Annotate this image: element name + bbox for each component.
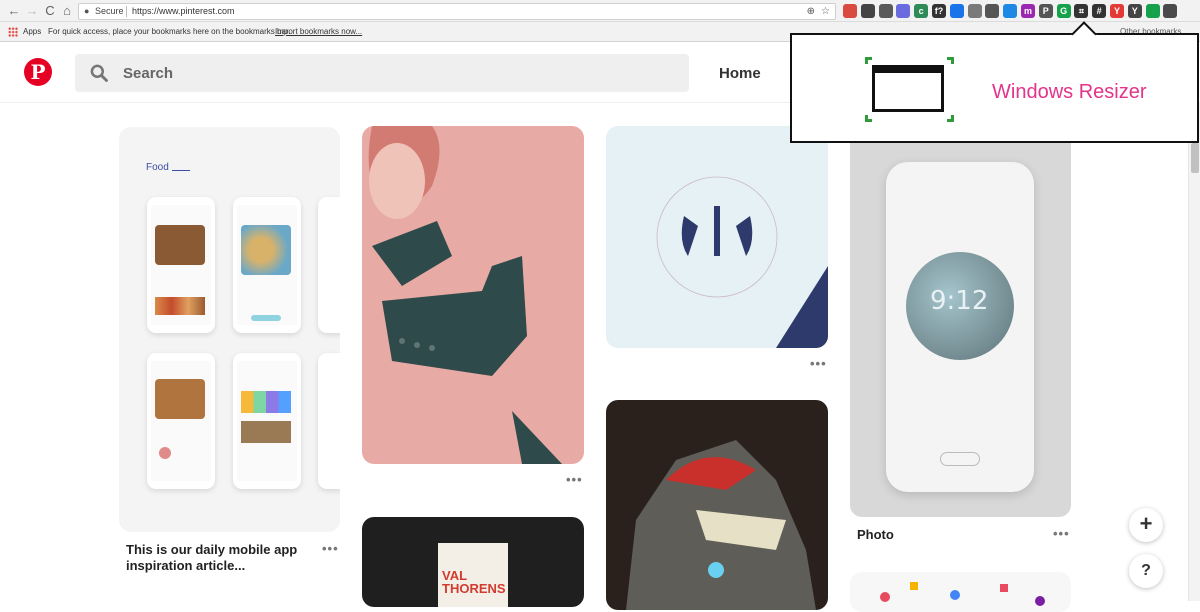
food-image <box>155 379 205 419</box>
page-scrollbar[interactable] <box>1188 103 1200 601</box>
ext-r-icon[interactable] <box>1145 4 1160 18</box>
phone-screen <box>151 361 211 481</box>
pin-phone-photo[interactable]: 9:12 <box>850 126 1071 517</box>
pin-colorful-art[interactable] <box>850 572 1071 612</box>
search-icon <box>90 64 108 82</box>
omnibox-separator <box>126 6 127 17</box>
nav-home-link[interactable]: Home <box>719 65 761 82</box>
ext-d-icon[interactable] <box>896 4 911 18</box>
poster-text: VAL THORENS <box>442 568 506 596</box>
food-label: Food <box>146 162 169 173</box>
window-resize-icon <box>872 65 944 112</box>
phone-mockup <box>233 197 301 333</box>
ext-o-icon[interactable]: # <box>1092 4 1107 18</box>
pin-more-button[interactable]: ••• <box>566 472 583 487</box>
ext-f-icon[interactable]: f? <box>932 4 946 18</box>
dot <box>910 582 918 590</box>
phone-screen <box>237 361 297 481</box>
search-input[interactable]: Search <box>75 54 689 92</box>
view-button <box>251 315 281 321</box>
food-underline <box>172 170 190 171</box>
phone-mockup <box>233 353 301 489</box>
pin-more-button[interactable]: ••• <box>1053 526 1070 541</box>
help-button[interactable]: ? <box>1129 554 1163 588</box>
pin-caption[interactable]: This is our daily mobile app inspiration… <box>126 542 311 574</box>
apps-grid-icon[interactable] <box>8 27 18 37</box>
apps-link[interactable]: Apps <box>23 22 41 42</box>
phone-mockup <box>147 353 215 489</box>
pin-mobile-app-inspiration[interactable]: Food <box>119 127 340 532</box>
resizer-title: Windows Resizer <box>992 81 1147 103</box>
food-image <box>241 225 291 275</box>
phone-screen <box>237 205 297 325</box>
add-button[interactable]: + <box>1129 508 1163 542</box>
pin-wolf-art[interactable] <box>606 400 828 610</box>
browser-toolbar: ← → C ⌂ ● Secure https://www.pinterest.c… <box>0 0 1200 22</box>
ext-q-icon[interactable]: Y <box>1127 4 1142 18</box>
ext-s-icon[interactable] <box>1163 4 1178 18</box>
ext-a-icon[interactable] <box>843 4 857 18</box>
logo-art <box>656 176 828 348</box>
pin-more-button[interactable]: ••• <box>810 356 827 371</box>
address-bar[interactable]: ● Secure https://www.pinterest.com ⊕ ☆ <box>78 3 836 20</box>
bookmarks-hint: For quick access, place your bookmarks h… <box>48 27 291 36</box>
avatar <box>159 447 171 459</box>
ext-c-icon[interactable] <box>878 4 893 18</box>
phone-mockup <box>318 353 340 489</box>
food-image <box>241 421 291 443</box>
lock-icon: ● <box>84 6 90 16</box>
ext-e-icon[interactable]: c <box>914 4 929 18</box>
ext-k-icon[interactable]: m <box>1021 4 1035 18</box>
poster-card: VAL THORENS <box>438 543 508 607</box>
phone-body: 9:12 <box>886 162 1034 492</box>
ext-m-icon[interactable]: G <box>1056 4 1071 18</box>
clock-time: 9:12 <box>930 286 989 316</box>
corner-tr-icon <box>947 57 954 64</box>
ext-n-icon[interactable]: ⌗ <box>1074 4 1089 18</box>
phone-mockup <box>147 197 215 333</box>
ext-l-icon[interactable]: P <box>1038 4 1053 18</box>
corner-bl-icon <box>865 115 872 122</box>
pin-caption[interactable]: Photo <box>857 527 894 543</box>
ext-h-icon[interactable] <box>967 4 982 18</box>
dot <box>950 590 960 600</box>
corner-tl-icon <box>865 57 872 64</box>
ext-p-icon[interactable]: Y <box>1110 4 1124 18</box>
illustration-art <box>368 126 562 464</box>
import-bookmarks-link[interactable]: Import bookmarks now... <box>275 22 362 42</box>
pin-poster[interactable]: VAL THORENS <box>362 517 584 607</box>
dot <box>1035 596 1045 606</box>
back-icon[interactable]: ← <box>6 3 22 19</box>
ext-j-icon[interactable] <box>1003 4 1018 18</box>
home-icon[interactable]: ⌂ <box>59 3 75 19</box>
ext-g-icon[interactable] <box>949 4 964 18</box>
reload-icon[interactable]: C <box>42 3 58 19</box>
forward-icon[interactable]: → <box>24 3 40 19</box>
wolf-art <box>626 440 816 610</box>
zoom-icon[interactable]: ⊕ <box>807 4 815 19</box>
ext-i-icon[interactable] <box>985 4 1000 18</box>
home-button <box>940 452 980 466</box>
pin-logo-design[interactable] <box>606 126 828 348</box>
scroll-thumb[interactable] <box>1191 143 1199 173</box>
pin-more-button[interactable]: ••• <box>322 541 339 556</box>
phone-screen <box>151 205 211 325</box>
windows-resizer-popup: Windows Resizer <box>790 21 1199 143</box>
food-image <box>155 225 205 265</box>
food-thumbs <box>155 297 205 315</box>
category-tiles <box>241 391 291 413</box>
pinterest-logo-icon[interactable]: P <box>24 58 52 86</box>
url-text[interactable]: https://www.pinterest.com <box>132 4 235 19</box>
search-placeholder: Search <box>123 65 174 82</box>
secure-label: Secure <box>95 6 124 16</box>
corner-br-icon <box>947 115 954 122</box>
pin-illustration-woman[interactable] <box>362 126 584 464</box>
phone-mockup <box>318 197 340 333</box>
ext-b-icon[interactable] <box>860 4 875 18</box>
dot <box>1000 584 1008 592</box>
bookmark-star-icon[interactable]: ☆ <box>821 4 830 19</box>
